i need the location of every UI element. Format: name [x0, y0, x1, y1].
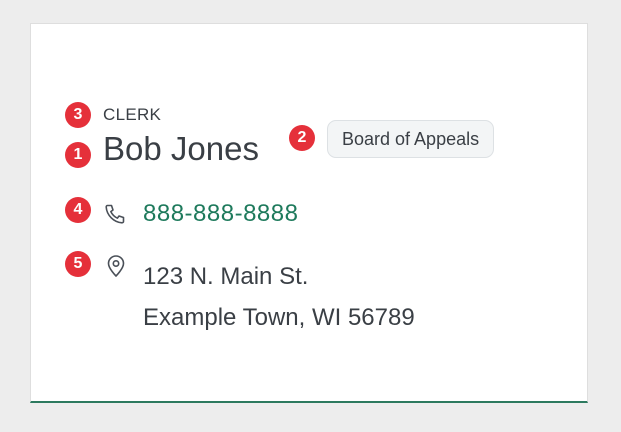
marker-1: 1 — [65, 142, 91, 168]
contact-name: Bob Jones — [103, 130, 259, 167]
map-pin-icon — [105, 254, 127, 278]
marker-2: 2 — [289, 125, 315, 151]
board-badge[interactable]: Board of Appeals — [327, 120, 495, 158]
contact-role: CLERK — [103, 105, 162, 124]
address-line-1: 123 N. Main St. — [143, 263, 309, 290]
address-block: 123 N. Main St. Example Town, WI 56789 — [143, 256, 415, 338]
contact-card: 3 CLERK 1 Bob Jones 2 Board of Appeals 4… — [30, 23, 588, 403]
address-line-2: Example Town, WI 56789 — [143, 304, 415, 331]
phone-icon — [103, 202, 127, 226]
marker-5: 5 — [65, 251, 91, 277]
marker-3: 3 — [65, 102, 91, 128]
marker-4: 4 — [65, 197, 91, 223]
phone-link[interactable]: 888-888-8888 — [143, 200, 298, 228]
